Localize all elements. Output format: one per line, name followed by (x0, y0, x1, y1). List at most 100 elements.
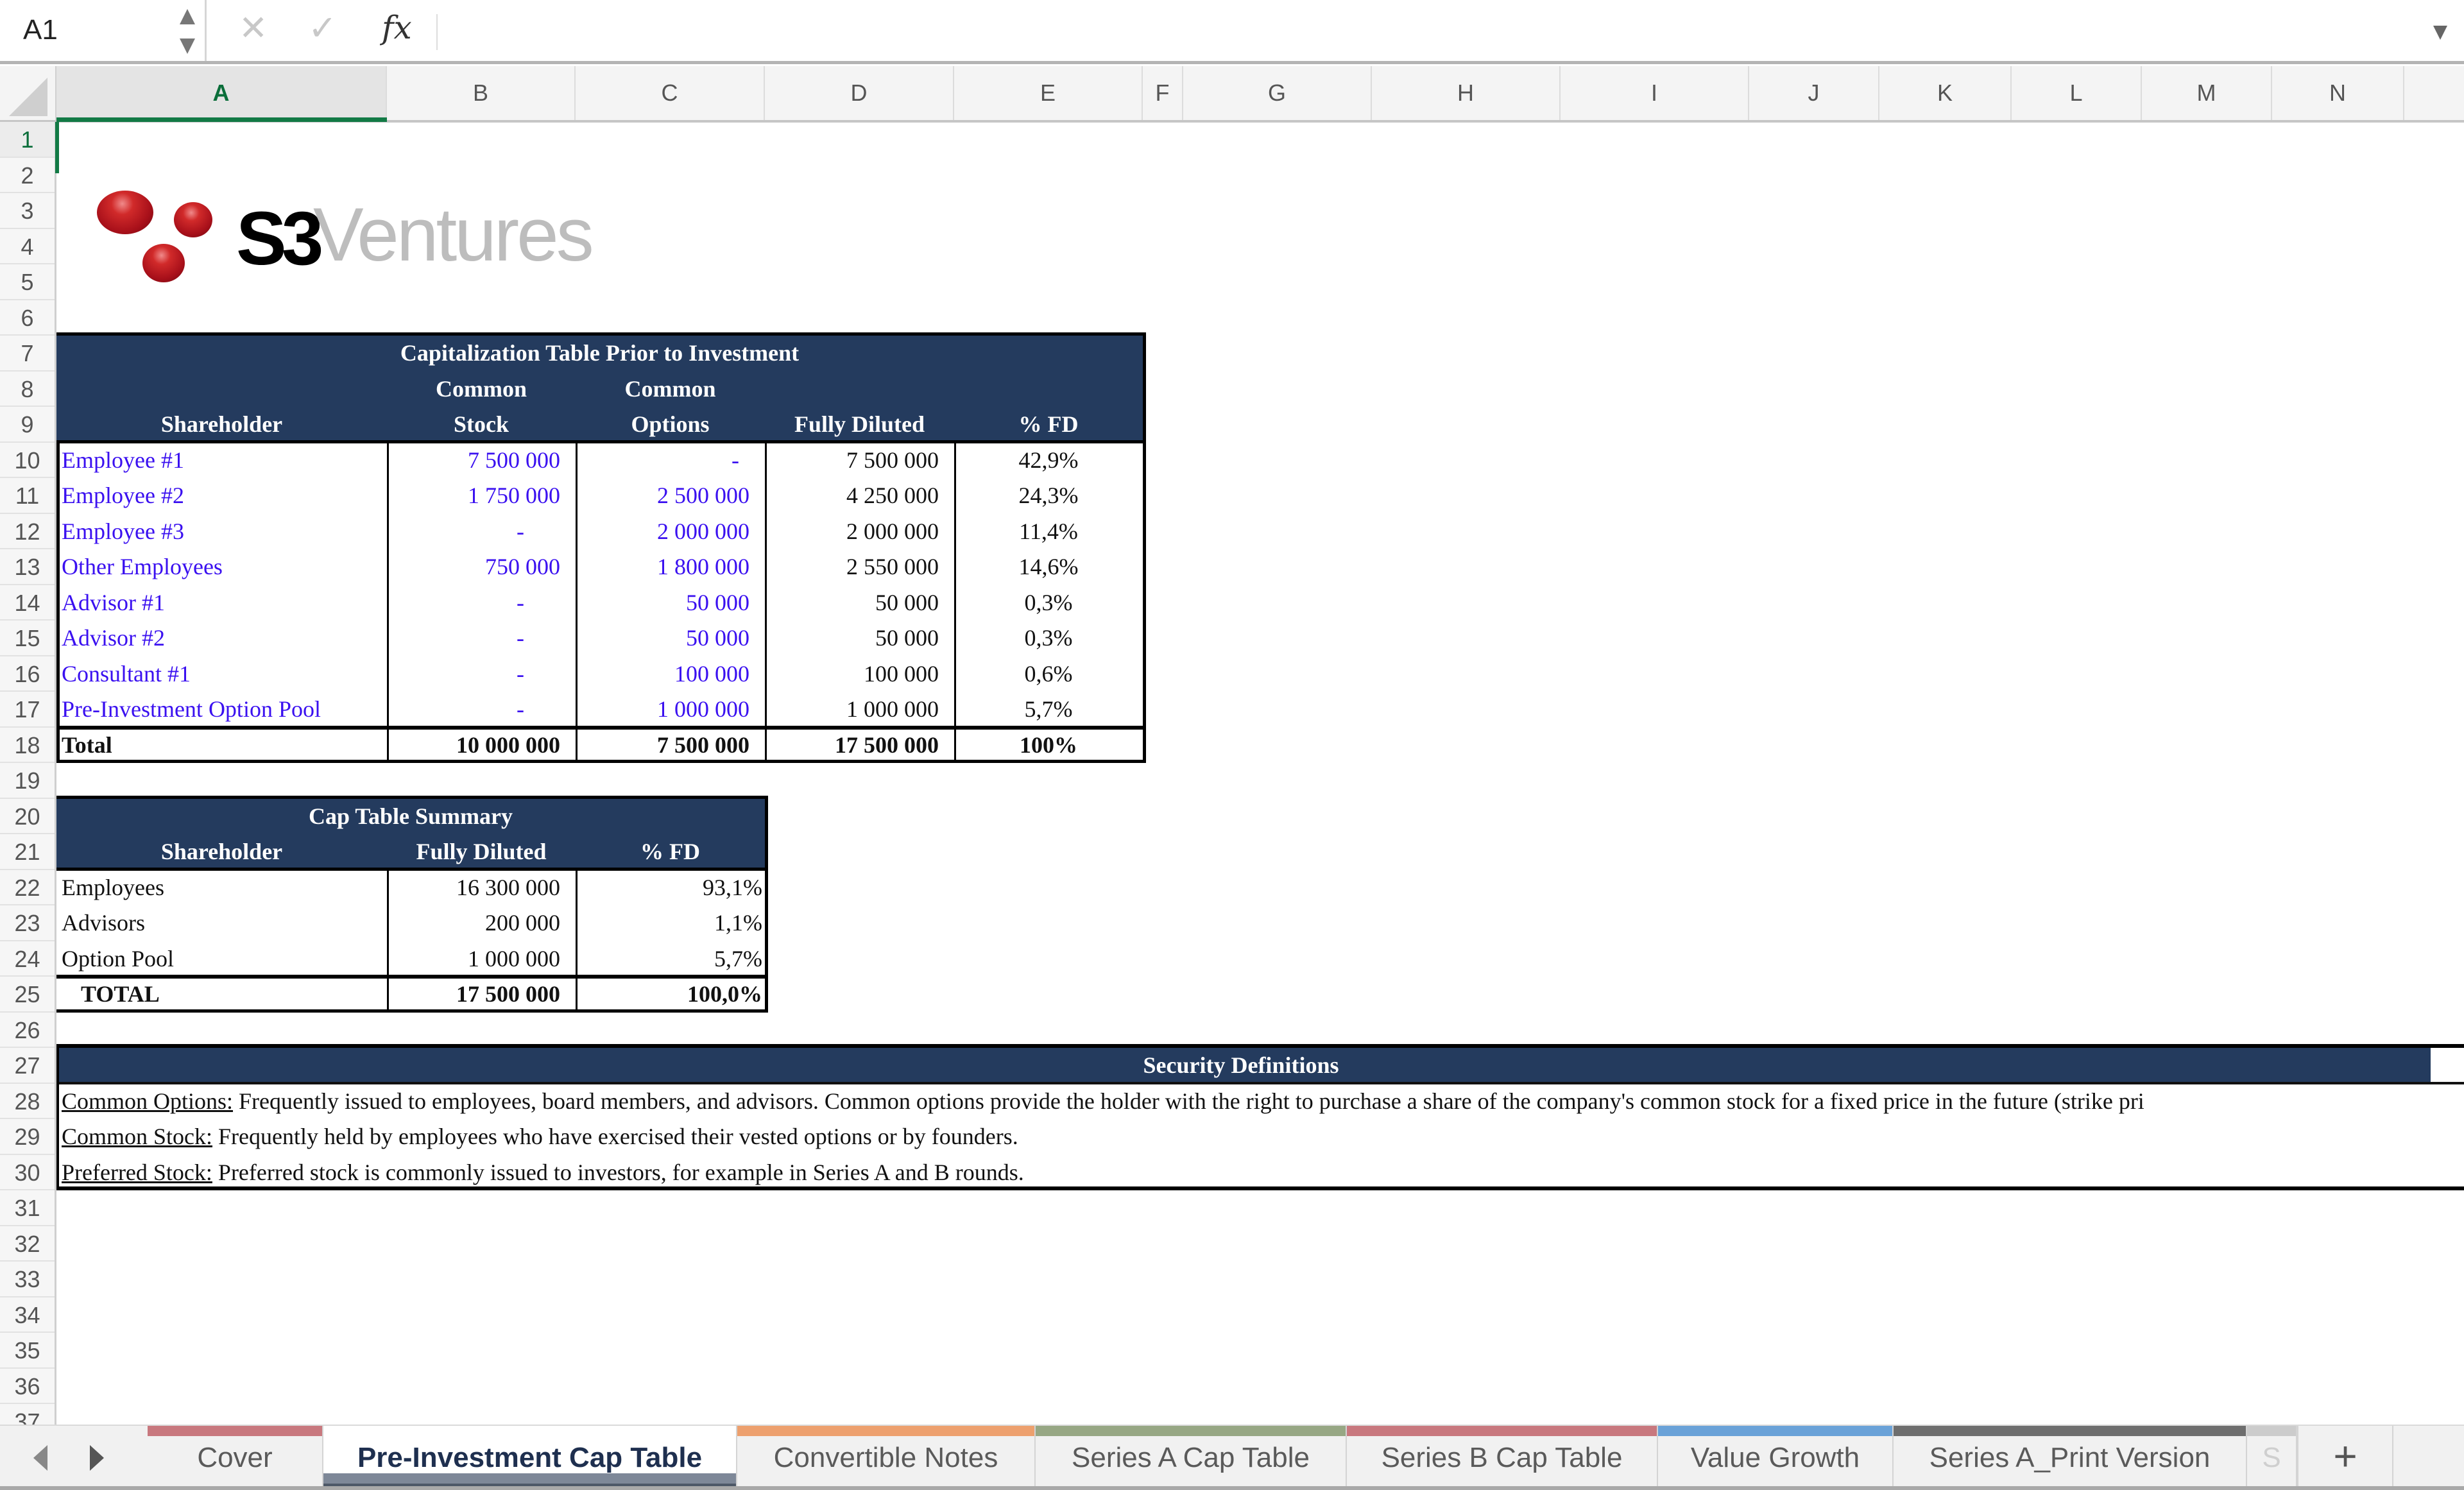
row-header-7[interactable]: 7 (0, 336, 55, 372)
row-header-22[interactable]: 22 (0, 870, 55, 905)
common-options-cell[interactable]: 2 000 000 (576, 514, 765, 550)
common-options-cell[interactable]: 50 000 (576, 585, 765, 621)
column-header-j[interactable]: J (1749, 66, 1879, 120)
row-header-14[interactable]: 14 (0, 585, 55, 621)
row-header-9[interactable]: 9 (0, 407, 55, 443)
summary-pct-cell[interactable]: 5,7% (576, 941, 765, 977)
fully-diluted-cell[interactable]: 4 250 000 (765, 478, 954, 514)
pct-fd-cell[interactable]: 5,7% (954, 692, 1143, 728)
shareholder-cell[interactable]: Consultant #1 (56, 656, 387, 692)
row-header-12[interactable]: 12 (0, 514, 55, 549)
pct-fd-cell[interactable]: 0,6% (954, 656, 1143, 692)
sheet-grid[interactable]: S3 Ventures Capitalization Table Prior t… (56, 122, 2464, 1425)
fully-diluted-cell[interactable]: 2 000 000 (765, 514, 954, 550)
sheet-tab[interactable]: Pre-Investment Cap Table (323, 1426, 737, 1486)
summary-pct-cell[interactable]: 1,1% (576, 905, 765, 941)
row-header-18[interactable]: 18 (0, 728, 55, 763)
row-header-21[interactable]: 21 (0, 834, 55, 870)
row-header-23[interactable]: 23 (0, 905, 55, 941)
sheet-tab[interactable]: S (2247, 1426, 2297, 1486)
shareholder-cell[interactable]: Advisor #1 (56, 585, 387, 621)
summary-total-fd[interactable]: 17 500 000 (387, 977, 576, 1013)
common-options-cell[interactable]: 1 000 000 (576, 692, 765, 728)
shareholder-cell[interactable]: Employee #1 (56, 443, 387, 479)
row-header-15[interactable]: 15 (0, 621, 55, 656)
summary-total-pct[interactable]: 100,0% (576, 977, 765, 1013)
total-pct-fd[interactable]: 100% (954, 728, 1143, 764)
column-header-k[interactable]: K (1879, 66, 2012, 120)
column-header-a[interactable]: A (56, 66, 387, 120)
pct-fd-cell[interactable]: 42,9% (954, 443, 1143, 479)
row-header-16[interactable]: 16 (0, 656, 55, 692)
spin-up-icon[interactable] (180, 9, 195, 24)
common-options-cell[interactable]: 100 000 (576, 656, 765, 692)
summary-shareholder-cell[interactable]: Option Pool (56, 941, 387, 977)
row-header-19[interactable]: 19 (0, 763, 55, 799)
column-header-m[interactable]: M (2142, 66, 2272, 120)
shareholder-cell[interactable]: Other Employees (56, 549, 387, 585)
chevron-down-icon[interactable] (2433, 26, 2447, 40)
pct-fd-cell[interactable]: 11,4% (954, 514, 1143, 550)
column-header-l[interactable]: L (2012, 66, 2142, 120)
select-all-button[interactable] (0, 66, 56, 120)
fully-diluted-cell[interactable]: 50 000 (765, 585, 954, 621)
column-header-g[interactable]: G (1183, 66, 1372, 120)
summary-shareholder-cell[interactable]: Advisors (56, 905, 387, 941)
row-header-2[interactable]: 2 (0, 158, 55, 193)
row-header-31[interactable]: 31 (0, 1190, 55, 1226)
row-header-25[interactable]: 25 (0, 977, 55, 1013)
row-header-5[interactable]: 5 (0, 264, 55, 300)
summary-fd-cell[interactable]: 200 000 (387, 905, 576, 941)
column-header-b[interactable]: B (387, 66, 576, 120)
pct-fd-cell[interactable]: 0,3% (954, 621, 1143, 656)
common-stock-cell[interactable]: - (387, 585, 576, 621)
column-header-o[interactable] (2404, 66, 2464, 120)
row-header-4[interactable]: 4 (0, 229, 55, 264)
row-header-35[interactable]: 35 (0, 1333, 55, 1369)
tab-scroll-left-icon[interactable] (33, 1445, 47, 1471)
fully-diluted-cell[interactable]: 1 000 000 (765, 692, 954, 728)
name-box-value[interactable]: A1 (23, 14, 58, 46)
column-header-n[interactable]: N (2272, 66, 2404, 120)
column-header-d[interactable]: D (765, 66, 954, 120)
row-header-24[interactable]: 24 (0, 941, 55, 977)
name-box[interactable]: A1 (0, 0, 207, 61)
formula-input[interactable] (443, 4, 2419, 58)
row-header-11[interactable]: 11 (0, 478, 55, 514)
summary-pct-cell[interactable]: 93,1% (576, 870, 765, 906)
common-stock-cell[interactable]: 1 750 000 (387, 478, 576, 514)
row-header-6[interactable]: 6 (0, 300, 55, 336)
common-options-cell[interactable]: 1 800 000 (576, 549, 765, 585)
row-header-27[interactable]: 27 (0, 1048, 55, 1084)
shareholder-cell[interactable]: Employee #2 (56, 478, 387, 514)
sheet-tab[interactable]: Value Growth (1658, 1426, 1894, 1486)
common-stock-cell[interactable]: 7 500 000 (387, 443, 576, 479)
pct-fd-cell[interactable]: 0,3% (954, 585, 1143, 621)
row-header-28[interactable]: 28 (0, 1084, 55, 1119)
row-header-20[interactable]: 20 (0, 799, 55, 834)
shareholder-cell[interactable]: Advisor #2 (56, 621, 387, 656)
summary-fd-cell[interactable]: 1 000 000 (387, 941, 576, 977)
column-header-c[interactable]: C (576, 66, 765, 120)
row-header-33[interactable]: 33 (0, 1262, 55, 1297)
sheet-tab[interactable]: Cover (148, 1426, 323, 1486)
shareholder-cell[interactable]: Employee #3 (56, 514, 387, 550)
row-header-26[interactable]: 26 (0, 1013, 55, 1048)
shareholder-cell[interactable]: Pre-Investment Option Pool (56, 692, 387, 728)
total-fully-diluted[interactable]: 17 500 000 (765, 728, 954, 764)
fx-icon[interactable]: fx (382, 9, 412, 46)
fully-diluted-cell[interactable]: 100 000 (765, 656, 954, 692)
common-stock-cell[interactable]: - (387, 656, 576, 692)
total-options[interactable]: 7 500 000 (576, 728, 765, 764)
common-stock-cell[interactable]: - (387, 621, 576, 656)
common-options-cell[interactable]: - (576, 443, 765, 479)
pct-fd-cell[interactable]: 24,3% (954, 478, 1143, 514)
row-header-29[interactable]: 29 (0, 1119, 55, 1155)
row-header-10[interactable]: 10 (0, 443, 55, 478)
column-header-f[interactable]: F (1143, 66, 1183, 120)
row-header-36[interactable]: 36 (0, 1369, 55, 1404)
sheet-tab[interactable]: Series B Cap Table (1347, 1426, 1658, 1486)
summary-shareholder-cell[interactable]: Employees (56, 870, 387, 906)
tab-scroll-right-icon[interactable] (90, 1445, 104, 1471)
cancel-icon[interactable]: ✕ (239, 8, 268, 48)
